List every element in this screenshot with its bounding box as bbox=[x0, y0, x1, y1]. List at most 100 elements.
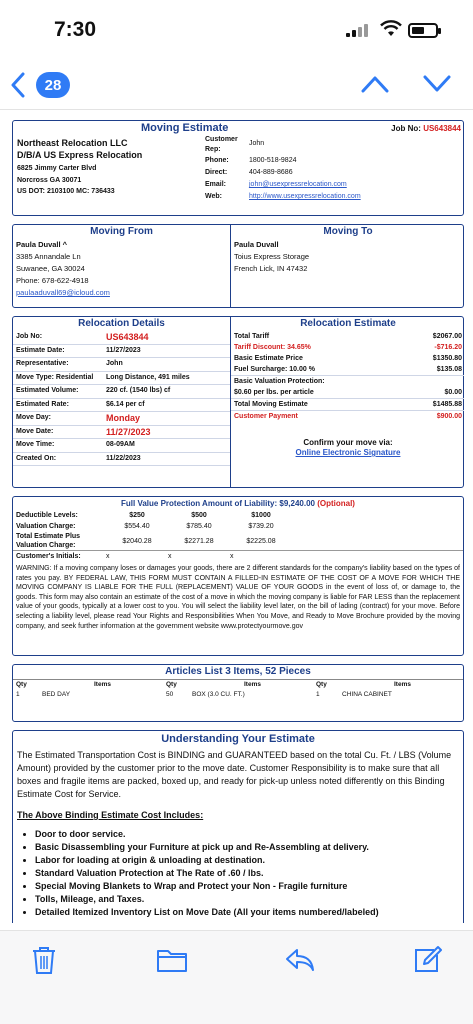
estimate-document[interactable]: Northeast Relocation LLC D/B/A US Expres… bbox=[12, 120, 464, 923]
estimate-row: Tariff Discount: 34.65% -$716.20 bbox=[231, 342, 464, 353]
liability-title: Full Value Protection Amount of Liabilit… bbox=[121, 499, 315, 508]
includes-item: Standard Valuation Protection at The Rat… bbox=[35, 867, 459, 880]
web-link[interactable]: http://www.usexpressrelocation.com bbox=[249, 191, 464, 203]
rep-label: Customer Rep: bbox=[205, 136, 238, 153]
moving-addresses: Moving From Paula Duvall ^ 3385 Annandal… bbox=[12, 224, 464, 308]
to-street: Toius Express Storage bbox=[234, 252, 310, 261]
email-link[interactable]: john@usexpressrelocation.com bbox=[249, 179, 464, 191]
wifi-icon bbox=[380, 20, 402, 36]
total-1000: $2225.08 bbox=[246, 537, 276, 545]
estimate-value: -$716.20 bbox=[434, 344, 462, 351]
folder-icon[interactable] bbox=[156, 947, 188, 973]
details-row: Job No: US643844 bbox=[13, 331, 230, 345]
company-address2: Norcross GA 30071 bbox=[17, 176, 82, 184]
includes-item: Door to door service. bbox=[35, 828, 459, 841]
qty-header: Qty bbox=[166, 681, 177, 688]
battery-icon bbox=[408, 23, 441, 38]
details-key: Estimate Date: bbox=[16, 346, 65, 354]
compose-icon[interactable] bbox=[412, 945, 442, 975]
items-header: Items bbox=[244, 681, 261, 688]
relocation-details-heading: Relocation Details bbox=[78, 318, 165, 329]
includes-item: Basic Disassembling your Furniture at pi… bbox=[35, 841, 459, 854]
details-value: 11/27/2023 bbox=[106, 346, 141, 354]
from-phone: Phone: 678-622-4918 bbox=[16, 276, 89, 285]
includes-item: Detailed Itemized Inventory List on Move… bbox=[35, 906, 459, 919]
from-name: Paula Duvall ^ bbox=[16, 240, 68, 249]
from-city: Suwanee, GA 30024 bbox=[16, 264, 85, 273]
details-value: Monday bbox=[106, 413, 141, 423]
status-time: 7:30 bbox=[54, 18, 97, 41]
valuation-label: Valuation Charge: bbox=[16, 523, 76, 530]
details-value: 08-09AM bbox=[106, 441, 135, 448]
total-plus-valuation-label: Total Estimate Plus Valuation Charge: bbox=[16, 533, 81, 549]
liability-optional: (Optional) bbox=[317, 499, 355, 508]
email-label: Email: bbox=[205, 181, 227, 188]
estimate-row: Total Tariff $2067.00 bbox=[231, 331, 464, 342]
company-dot: US DOT: 2103100 MC: 736433 bbox=[17, 188, 115, 195]
direct-label: Direct: bbox=[205, 169, 228, 176]
direct-value: 404-889-8686 bbox=[249, 169, 293, 176]
deductible-1000: $1000 bbox=[251, 512, 271, 519]
estimate-key: Fuel Surcharge: 10.00 % bbox=[234, 366, 315, 373]
estimate-key: Total Tariff bbox=[234, 333, 270, 340]
details-row: Move Time: 08-09AM bbox=[13, 439, 230, 453]
valuation-1000: $739.20 bbox=[248, 523, 274, 530]
article-column: Qty Items 1 BED DAY bbox=[13, 680, 163, 700]
estimate-header: Northeast Relocation LLC D/B/A US Expres… bbox=[12, 120, 464, 216]
estimate-value: $900.00 bbox=[436, 413, 462, 420]
details-row: Move Day: Monday bbox=[13, 412, 230, 426]
company-name: Northeast Relocation LLC bbox=[17, 138, 128, 148]
article-name: BED DAY bbox=[42, 691, 71, 698]
mail-nav-bar: 28 bbox=[0, 60, 473, 110]
phone-value: 1800-518-9824 bbox=[249, 157, 297, 164]
includes-item: Special Moving Blankets to Wrap and Prot… bbox=[35, 880, 459, 893]
estimate-value: $0.00 bbox=[444, 389, 462, 396]
deductible-250: $250 bbox=[129, 512, 145, 519]
articles-heading: Articles List 3 Items, 52 Pieces bbox=[165, 666, 311, 677]
details-key: Representative: bbox=[16, 360, 69, 367]
relocation-estimate-table: Total Tariff $2067.00 Tariff Discount: 34.… bbox=[231, 331, 464, 422]
details-row: Move Date: 11/27/2023 bbox=[13, 426, 230, 439]
understanding-section: Understanding Your Estimate The Estimate… bbox=[12, 730, 464, 923]
article-name: CHINA CABINET bbox=[342, 691, 392, 698]
estimate-row: $0.60 per lbs. per article $0.00 bbox=[231, 387, 464, 399]
includes-list: Door to door service.Basic Disassembling… bbox=[35, 828, 459, 919]
next-message-icon[interactable] bbox=[422, 74, 452, 94]
from-email-link[interactable]: paulaaduvall69@icloud.com bbox=[16, 287, 227, 299]
rep-value: John bbox=[249, 140, 265, 147]
phone-label: Phone: bbox=[205, 157, 229, 164]
back-chevron-icon[interactable] bbox=[10, 72, 26, 98]
details-value: Long Distance, 491 miles bbox=[106, 373, 190, 381]
valuation-500: $785.40 bbox=[186, 523, 212, 530]
details-value: 11/22/2023 bbox=[106, 454, 141, 462]
job-number: US643844 bbox=[423, 123, 461, 133]
web-label: Web: bbox=[205, 193, 222, 200]
article-column: Qty Items 50 BOX (3.0 CU. FT.) bbox=[163, 680, 313, 700]
estimate-value: $2067.00 bbox=[432, 333, 462, 340]
initials-1000[interactable]: x bbox=[230, 551, 292, 562]
job-label: Job No: bbox=[391, 123, 421, 133]
details-key: Estimated Rate: bbox=[16, 400, 69, 408]
includes-item: Tolls, Mileage, and Taxes. bbox=[35, 893, 459, 906]
initials-250[interactable]: x bbox=[106, 551, 168, 562]
understanding-heading: Understanding Your Estimate bbox=[161, 733, 315, 745]
details-row: Representative: John bbox=[13, 358, 230, 372]
relocation-details-table: Job No: US643844 Estimate Date: 11/27/2023 R… bbox=[13, 331, 230, 466]
details-value: $6.14 per cf bbox=[106, 400, 145, 408]
items-header: Items bbox=[94, 681, 111, 688]
includes-heading: The Above Binding Estimate Cost Includes… bbox=[17, 810, 204, 820]
page-title: Moving Estimate bbox=[141, 122, 229, 134]
details-key: Created On: bbox=[16, 454, 57, 462]
previous-message-icon[interactable] bbox=[360, 74, 390, 94]
qty-header: Qty bbox=[316, 681, 327, 688]
unread-count-badge[interactable]: 28 bbox=[36, 72, 70, 98]
reply-icon[interactable] bbox=[285, 947, 315, 973]
items-header: Items bbox=[394, 681, 411, 688]
trash-icon[interactable] bbox=[30, 945, 58, 975]
initials-500[interactable]: x bbox=[168, 551, 230, 562]
details-key: Move Day: bbox=[16, 414, 52, 421]
details-key: Move Type: Residential bbox=[16, 373, 94, 381]
electronic-signature-link[interactable]: Online Electronic Signature bbox=[231, 448, 464, 458]
details-row: Estimate Date: 11/27/2023 bbox=[13, 345, 230, 358]
moving-from-heading: Moving From bbox=[90, 226, 153, 237]
